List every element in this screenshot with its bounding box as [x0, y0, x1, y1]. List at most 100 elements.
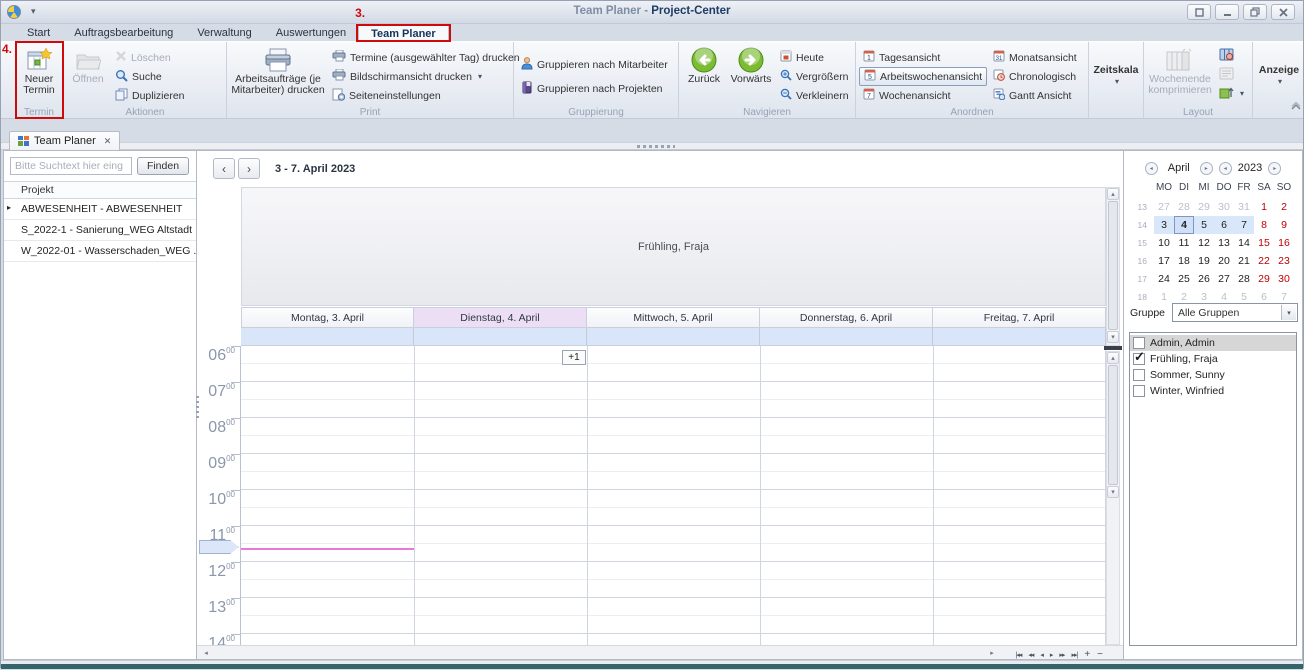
month-view-button[interactable]: 31 Monatsansicht: [989, 48, 1085, 67]
scroll-up-icon[interactable]: ▴: [1107, 352, 1119, 364]
all-day-cell[interactable]: [760, 328, 933, 346]
print-day-appointments-button[interactable]: Termine (ausgewählter Tag) drucken: [328, 48, 510, 67]
week-view-button[interactable]: 7 Wochenansicht: [859, 86, 987, 105]
calendar-day[interactable]: 15: [1254, 234, 1274, 252]
day-header[interactable]: Montag, 3. April: [241, 307, 414, 328]
step-backward-button[interactable]: ◂: [1038, 649, 1045, 661]
calendar-day[interactable]: 30: [1274, 270, 1294, 288]
calendar-day[interactable]: 10: [1154, 234, 1174, 252]
duplicate-button[interactable]: Duplizieren: [111, 86, 223, 105]
calendar-day[interactable]: 6: [1214, 216, 1234, 234]
scroll-up-icon[interactable]: ▴: [1107, 188, 1119, 200]
tab-auswertungen[interactable]: Auswertungen: [264, 24, 358, 41]
calendar-day[interactable]: 30: [1214, 198, 1234, 216]
tab-verwaltung[interactable]: Verwaltung: [185, 24, 263, 41]
next-period-button[interactable]: ›: [238, 158, 260, 179]
back-button[interactable]: Zurück: [682, 44, 726, 106]
today-button[interactable]: Heute: [776, 48, 852, 67]
step-forward-button[interactable]: ▸: [1048, 649, 1055, 661]
calendar-day[interactable]: 25: [1174, 270, 1194, 288]
employee-row[interactable]: Admin, Admin: [1130, 335, 1296, 351]
scrollbar-thumb[interactable]: [1108, 201, 1118, 330]
all-day-cell[interactable]: [241, 328, 414, 346]
minimize-button[interactable]: [1215, 4, 1239, 20]
calendar-day[interactable]: 18: [1174, 252, 1194, 270]
splitter-grip[interactable]: [637, 145, 675, 148]
fullscreen-button[interactable]: [1187, 4, 1211, 20]
calendar-day[interactable]: 29: [1194, 198, 1214, 216]
print-screen-view-button[interactable]: Bildschirmansicht drucken ▾: [328, 67, 510, 86]
next-year-button[interactable]: ▸: [1268, 162, 1281, 175]
horizontal-scrollbar[interactable]: ◂ ▸ |◂◂ ◂◂ ◂ ▸ ▸▸ ▸▸| + −: [197, 645, 1123, 659]
calendar-day[interactable]: 1: [1254, 198, 1274, 216]
day-header-selected[interactable]: Dienstag, 4. April: [414, 307, 587, 328]
restore-button[interactable]: [1243, 4, 1267, 20]
calendar-day[interactable]: 20: [1214, 252, 1234, 270]
go-last-button[interactable]: ▸▸|: [1069, 649, 1079, 661]
day-header[interactable]: Donnerstag, 6. April: [760, 307, 933, 328]
go-first-button[interactable]: |◂◂: [1014, 649, 1024, 661]
calendar-day[interactable]: 23: [1274, 252, 1294, 270]
calendar-day[interactable]: 4: [1174, 216, 1194, 234]
day-header[interactable]: Mittwoch, 5. April: [587, 307, 760, 328]
calendar-day[interactable]: 21: [1234, 252, 1254, 270]
resource-group-band[interactable]: Frühling, Fraja: [241, 187, 1106, 306]
search-button[interactable]: Suche: [111, 67, 223, 86]
new-appointment-button[interactable]: Neuer Termin: [18, 44, 60, 106]
project-row[interactable]: W_2022-01 - Wasserschaden_WEG ...: [4, 241, 196, 262]
calendar-day[interactable]: 3: [1154, 216, 1174, 234]
project-row[interactable]: ▸ ABWESENHEIT - ABWESENHEIT: [4, 199, 196, 220]
calendar-day[interactable]: 27: [1214, 270, 1234, 288]
scrollbar-thumb[interactable]: [1108, 365, 1118, 485]
document-tab-team-planer[interactable]: Team Planer ✕: [9, 131, 120, 150]
calendar-day[interactable]: 5: [1194, 216, 1214, 234]
previous-period-button[interactable]: ‹: [213, 158, 235, 179]
zoom-out-button[interactable]: Verkleinern: [776, 86, 852, 105]
scroll-down-icon[interactable]: ▾: [1107, 486, 1119, 498]
band-scrollbar[interactable]: ▴ ▾: [1106, 187, 1120, 346]
calendar-day[interactable]: 28: [1174, 198, 1194, 216]
delete-button[interactable]: Löschen: [111, 48, 223, 67]
search-input[interactable]: [10, 157, 132, 175]
calendar-day[interactable]: 27: [1154, 198, 1174, 216]
chevron-down-icon[interactable]: ▾: [478, 72, 482, 81]
next-month-button[interactable]: ▸: [1200, 162, 1213, 175]
tab-auftragsbearbeitung[interactable]: Auftragsbearbeitung: [62, 24, 185, 41]
scroll-left-icon[interactable]: ◂: [199, 648, 213, 658]
chronological-view-button[interactable]: Chronologisch: [989, 67, 1085, 86]
employee-checkbox[interactable]: [1133, 337, 1145, 349]
group-by-project-button[interactable]: Gruppieren nach Projekten: [517, 79, 675, 98]
fast-forward-button[interactable]: ▸▸: [1057, 649, 1066, 661]
scrollbar-splitter[interactable]: [1104, 346, 1122, 350]
page-settings-button[interactable]: Seiteneinstellungen: [328, 86, 510, 105]
horizontal-splitter[interactable]: [1, 142, 1303, 150]
calendar-day[interactable]: 12: [1194, 234, 1214, 252]
all-day-cell[interactable]: [587, 328, 760, 346]
group-filter-dropdown[interactable]: Alle Gruppen ▾: [1172, 303, 1298, 322]
tab-team-planer[interactable]: Team Planer 3.: [358, 24, 449, 41]
calendar-day[interactable]: 13: [1214, 234, 1234, 252]
zoom-in-button[interactable]: Vergrößern: [776, 67, 852, 86]
scroll-right-icon[interactable]: ▸: [985, 648, 999, 658]
cell-height-button[interactable]: ▾: [1215, 85, 1248, 102]
scroll-down-icon[interactable]: ▾: [1107, 331, 1119, 343]
employee-checkbox[interactable]: [1133, 369, 1145, 381]
work-week-view-button[interactable]: 5 Arbeitswochenansicht: [859, 67, 987, 86]
gantt-view-button[interactable]: Gantt Ansicht: [989, 86, 1085, 105]
employee-row[interactable]: Winter, Winfried: [1130, 383, 1296, 399]
find-button[interactable]: Finden: [137, 157, 189, 175]
employee-row[interactable]: Sommer, Sunny: [1130, 367, 1296, 383]
day-header[interactable]: Freitag, 7. April: [933, 307, 1106, 328]
open-button[interactable]: Öffnen: [67, 44, 109, 106]
timescale-button[interactable]: Zeitskala ▾: [1092, 44, 1140, 106]
calendar-day[interactable]: 17: [1154, 252, 1174, 270]
project-column-header[interactable]: Projekt: [4, 181, 196, 199]
day-view-button[interactable]: 1 Tagesansicht: [859, 48, 987, 67]
group-by-employee-button[interactable]: Gruppieren nach Mitarbeiter: [517, 55, 675, 74]
all-day-cell[interactable]: [414, 328, 587, 346]
calendar-day[interactable]: 11: [1174, 234, 1194, 252]
close-button[interactable]: [1271, 4, 1295, 20]
forward-button[interactable]: Vorwärts: [728, 44, 774, 106]
calendar-day[interactable]: 9: [1274, 216, 1294, 234]
calendar-day[interactable]: 29: [1254, 270, 1274, 288]
